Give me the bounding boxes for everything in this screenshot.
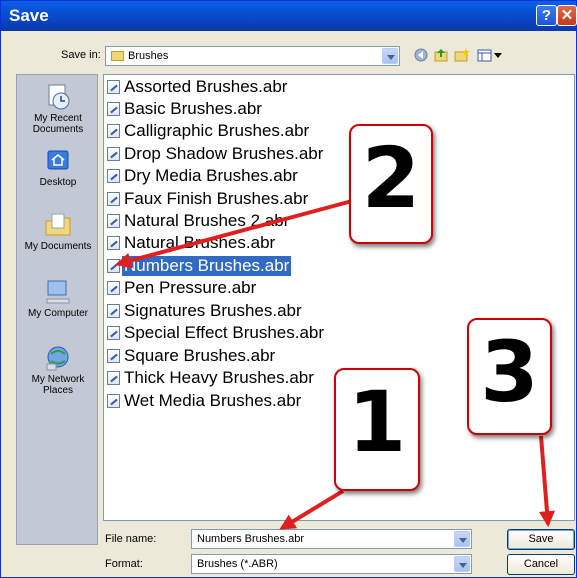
file-name-field[interactable]: Numbers Brushes.abr bbox=[191, 529, 472, 549]
file-name: Natural Brushes 2.abr bbox=[124, 211, 290, 230]
place-label: My Computer bbox=[27, 308, 88, 319]
place-label: My Network Places bbox=[31, 374, 85, 396]
file-name-value[interactable]: Numbers Brushes.abr bbox=[197, 533, 304, 545]
view-menu-icon[interactable] bbox=[477, 48, 503, 65]
brush-file-icon bbox=[107, 147, 120, 161]
file-name: Calligraphic Brushes.abr bbox=[124, 121, 310, 140]
brush-file-icon bbox=[107, 124, 120, 138]
chevron-down-icon[interactable] bbox=[454, 531, 470, 547]
brush-file-icon bbox=[107, 304, 120, 318]
file-name: Dry Media Brushes.abr bbox=[124, 166, 298, 185]
place-my-documents[interactable]: My Documents bbox=[17, 211, 99, 252]
title-bar[interactable]: Save ? ✕ bbox=[1, 1, 577, 31]
chevron-down-icon[interactable] bbox=[382, 48, 398, 64]
brush-file-icon bbox=[107, 236, 120, 250]
file-name: Basic Brushes.abr bbox=[124, 99, 262, 118]
brush-file-icon bbox=[107, 214, 120, 228]
save-in-value: Brushes bbox=[128, 50, 169, 62]
brush-file-icon bbox=[107, 259, 120, 273]
network-places-icon bbox=[46, 346, 69, 371]
save-in-label: Save in: bbox=[61, 49, 101, 61]
place-label: Desktop bbox=[39, 177, 77, 188]
file-name: Drop Shadow Brushes.abr bbox=[124, 144, 324, 163]
up-folder-icon[interactable] bbox=[434, 48, 448, 65]
desktop-icon bbox=[47, 150, 69, 170]
window-title: Save bbox=[9, 6, 49, 25]
file-name: Special Effect Brushes.abr bbox=[124, 323, 325, 342]
callout-number: 3 bbox=[480, 323, 539, 421]
file-name-label: File name: bbox=[105, 533, 157, 545]
places-bar: My Recent Documents Desktop My Documents… bbox=[16, 74, 98, 545]
cancel-button[interactable]: Cancel bbox=[507, 554, 575, 575]
brush-file-icon bbox=[107, 169, 120, 183]
my-documents-icon bbox=[45, 213, 71, 236]
folder-icon bbox=[111, 51, 124, 61]
close-button[interactable]: ✕ bbox=[557, 5, 577, 26]
back-icon[interactable] bbox=[414, 48, 428, 65]
brush-file-icon bbox=[107, 281, 120, 295]
brush-file-icon bbox=[107, 349, 120, 363]
format-value: Brushes (*.ABR) bbox=[197, 558, 278, 570]
callout-step-3: 3 bbox=[467, 318, 552, 435]
my-computer-icon bbox=[46, 280, 70, 304]
file-name: Natural Brushes.abr bbox=[124, 233, 276, 252]
save-dialog: Save ? ✕ Save in: Brushes My Recent Docu… bbox=[0, 0, 577, 578]
place-recent-documents[interactable]: My Recent Documents bbox=[17, 83, 99, 135]
callout-number: 2 bbox=[361, 129, 421, 227]
place-label: My Recent Documents bbox=[32, 113, 84, 135]
save-in-dropdown[interactable]: Brushes bbox=[105, 46, 400, 66]
file-name: Faux Finish Brushes.abr bbox=[124, 189, 309, 208]
file-name: Wet Media Brushes.abr bbox=[124, 391, 302, 410]
new-folder-icon[interactable] bbox=[454, 48, 470, 65]
save-button[interactable]: Save bbox=[507, 529, 575, 550]
file-name: Thick Heavy Brushes.abr bbox=[124, 368, 314, 387]
brush-file-icon bbox=[107, 192, 120, 206]
callout-number: 1 bbox=[347, 373, 407, 471]
callout-step-2: 2 bbox=[349, 124, 433, 244]
place-my-computer[interactable]: My Computer bbox=[17, 278, 99, 319]
brush-file-icon bbox=[107, 102, 120, 116]
chevron-down-icon[interactable] bbox=[454, 556, 470, 572]
file-name: Numbers Brushes.abr bbox=[122, 256, 292, 276]
callout-step-1: 1 bbox=[334, 368, 420, 491]
brush-file-icon bbox=[107, 394, 120, 408]
brush-file-icon bbox=[107, 371, 120, 385]
file-name: Pen Pressure.abr bbox=[124, 278, 257, 297]
brush-file-icon bbox=[107, 80, 120, 94]
file-name: Assorted Brushes.abr bbox=[124, 77, 288, 96]
format-label: Format: bbox=[105, 558, 143, 570]
place-desktop[interactable]: Desktop bbox=[17, 147, 99, 188]
help-button[interactable]: ? bbox=[536, 5, 557, 26]
place-label: My Documents bbox=[24, 241, 92, 252]
format-dropdown[interactable]: Brushes (*.ABR) bbox=[191, 554, 472, 574]
file-name: Signatures Brushes.abr bbox=[124, 301, 302, 320]
recent-documents-icon bbox=[48, 84, 70, 110]
brush-file-icon bbox=[107, 326, 120, 340]
place-network-places[interactable]: My Network Places bbox=[17, 344, 99, 396]
file-name: Square Brushes.abr bbox=[124, 346, 276, 365]
